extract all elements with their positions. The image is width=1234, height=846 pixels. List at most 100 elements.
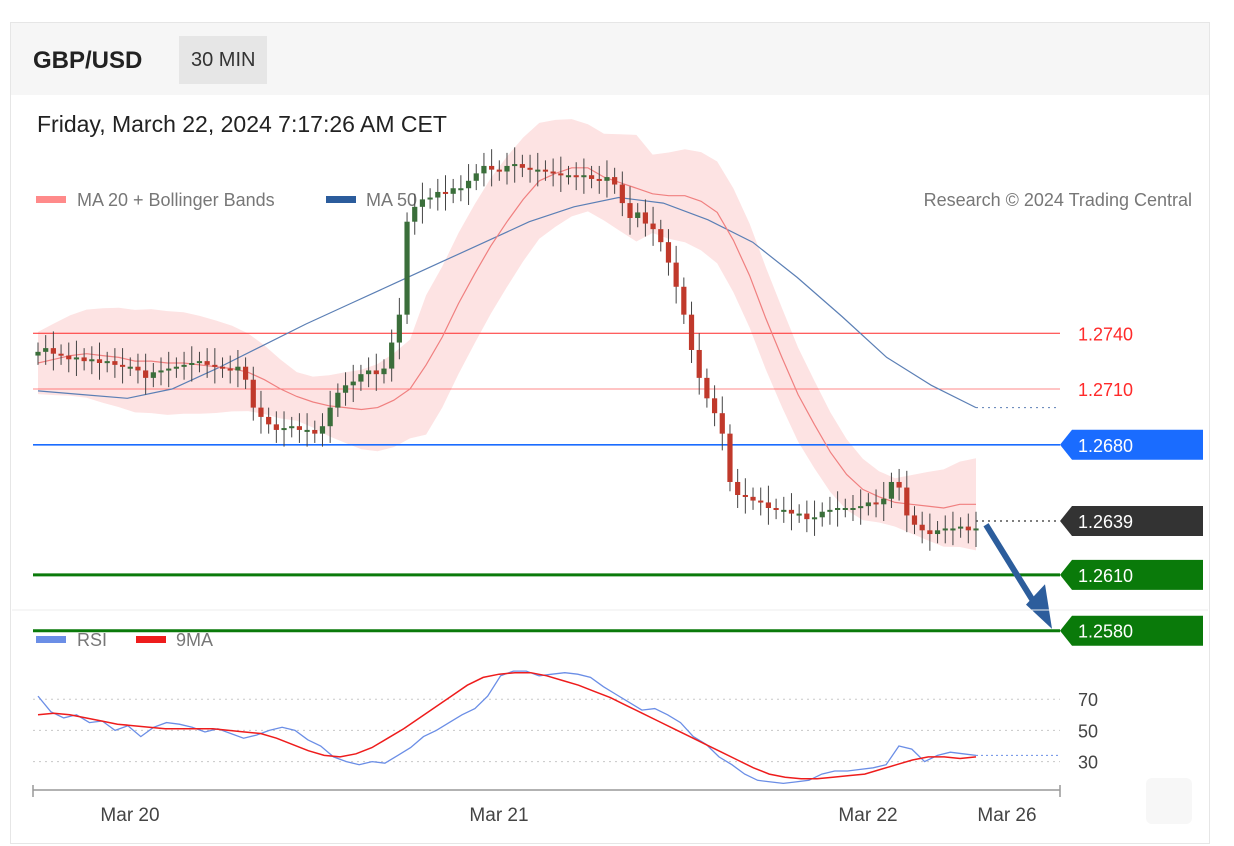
- candle-body: [573, 175, 579, 178]
- candle-body: [588, 175, 595, 179]
- candle-body: [227, 368, 233, 371]
- candle-body: [858, 506, 864, 509]
- candle-body: [373, 370, 379, 375]
- ma20-legend-swatch: [36, 196, 66, 203]
- candle-body: [888, 481, 895, 499]
- x-axis: Mar 20 Mar 21 Mar 22 Mar 26: [32, 785, 1061, 826]
- candle-body: [173, 366, 179, 369]
- candle-body: [296, 426, 303, 430]
- rsi-line: [37, 670, 977, 785]
- candle-body: [558, 173, 564, 176]
- candle-body: [396, 314, 402, 343]
- forecast-arrow: [983, 523, 1052, 629]
- candle-body: [158, 370, 164, 373]
- candle-body: [50, 348, 56, 354]
- candle-body: [189, 362, 195, 365]
- x-tick-label: Mar 26: [977, 805, 1036, 826]
- candle-body: [43, 348, 49, 352]
- level-label-support: 1.2610: [1078, 566, 1133, 586]
- candle-body: [658, 229, 664, 243]
- candle-body: [750, 496, 756, 501]
- candle-body: [804, 513, 810, 520]
- candle-body: [550, 171, 556, 174]
- candle-body: [127, 366, 133, 369]
- candle-body: [104, 361, 110, 364]
- rsi-gridlines: 30 50 70: [33, 690, 1098, 773]
- candle-body: [258, 407, 264, 417]
- candle-body: [865, 502, 871, 507]
- candle-body: [119, 364, 126, 367]
- price-chart: MA 20 + Bollinger Bands MA 50 Research ©…: [12, 119, 1208, 826]
- candle-body: [934, 530, 941, 535]
- x-tick-label: Mar 22: [838, 805, 897, 826]
- candle-body: [212, 364, 218, 367]
- candle-body: [819, 511, 825, 518]
- candle-body: [681, 286, 687, 315]
- candle-body: [627, 203, 633, 218]
- ma50-legend-swatch: [326, 196, 356, 203]
- candle-body: [81, 357, 87, 362]
- candle-body: [927, 530, 933, 535]
- level-label-current: 1.2639: [1078, 512, 1133, 532]
- candle-body: [266, 416, 272, 425]
- candle-body: [319, 426, 326, 434]
- ma20-legend-label: MA 20 + Bollinger Bands: [77, 190, 275, 210]
- candle-body: [135, 366, 141, 371]
- candle-body: [973, 528, 979, 531]
- candle-body: [181, 364, 187, 367]
- candle-body: [235, 366, 241, 371]
- candle-body: [435, 191, 441, 198]
- candle-body: [89, 359, 95, 362]
- candle-body: [781, 509, 787, 512]
- candle-body: [196, 361, 203, 364]
- level-label-pivot: 1.2680: [1078, 436, 1133, 456]
- candle-body: [350, 381, 356, 386]
- candle-body: [427, 197, 433, 200]
- candle-body: [827, 509, 833, 512]
- candle-body: [642, 212, 648, 224]
- rsi-legend-swatch: [36, 636, 66, 643]
- candle-body: [335, 392, 341, 408]
- candle-body: [404, 221, 410, 315]
- candle-body: [166, 368, 172, 371]
- candle-body: [465, 180, 472, 189]
- level-label-support: 1.2580: [1078, 622, 1133, 642]
- candle-body: [773, 508, 779, 511]
- candle-body: [596, 178, 602, 181]
- scroll-to-end-button[interactable]: [1146, 778, 1192, 824]
- candle-body: [904, 487, 910, 516]
- candle-body: [519, 164, 525, 168]
- candle-body: [342, 385, 349, 393]
- candle-body: [727, 433, 733, 482]
- candle-body: [312, 429, 318, 434]
- candle-body: [896, 481, 902, 488]
- candle-body: [458, 188, 464, 191]
- candle-body: [735, 481, 741, 495]
- candle-body: [796, 513, 802, 516]
- candle-body: [96, 359, 103, 363]
- candle-body: [919, 524, 925, 531]
- rsi-legend-label: RSI: [77, 630, 107, 650]
- candle-body: [765, 502, 772, 509]
- candle-body: [811, 517, 818, 520]
- candle-body: [35, 351, 41, 356]
- candle-body: [958, 526, 964, 529]
- rsi-tick-label: 30: [1078, 753, 1098, 773]
- candle-body: [242, 366, 249, 380]
- candle-body: [281, 428, 287, 431]
- candle-body: [273, 424, 279, 430]
- x-tick-label: Mar 21: [469, 805, 528, 826]
- rsi-ma-legend-label: 9MA: [176, 630, 213, 650]
- candle-body: [473, 173, 479, 181]
- candle-body: [719, 413, 725, 434]
- candle-body: [650, 223, 656, 230]
- candle-body: [73, 357, 80, 360]
- candle-body: [327, 407, 333, 427]
- rsi-ma-legend-swatch: [136, 636, 166, 643]
- candle-body: [512, 164, 518, 167]
- candle-body: [565, 175, 572, 178]
- ma50-legend-label: MA 50: [366, 190, 417, 210]
- candle-body: [535, 169, 541, 172]
- candle-body: [366, 370, 372, 375]
- level-labels: 1.2740 1.2710 1.2680 1.2639 1.2610 1.2580: [1060, 324, 1203, 646]
